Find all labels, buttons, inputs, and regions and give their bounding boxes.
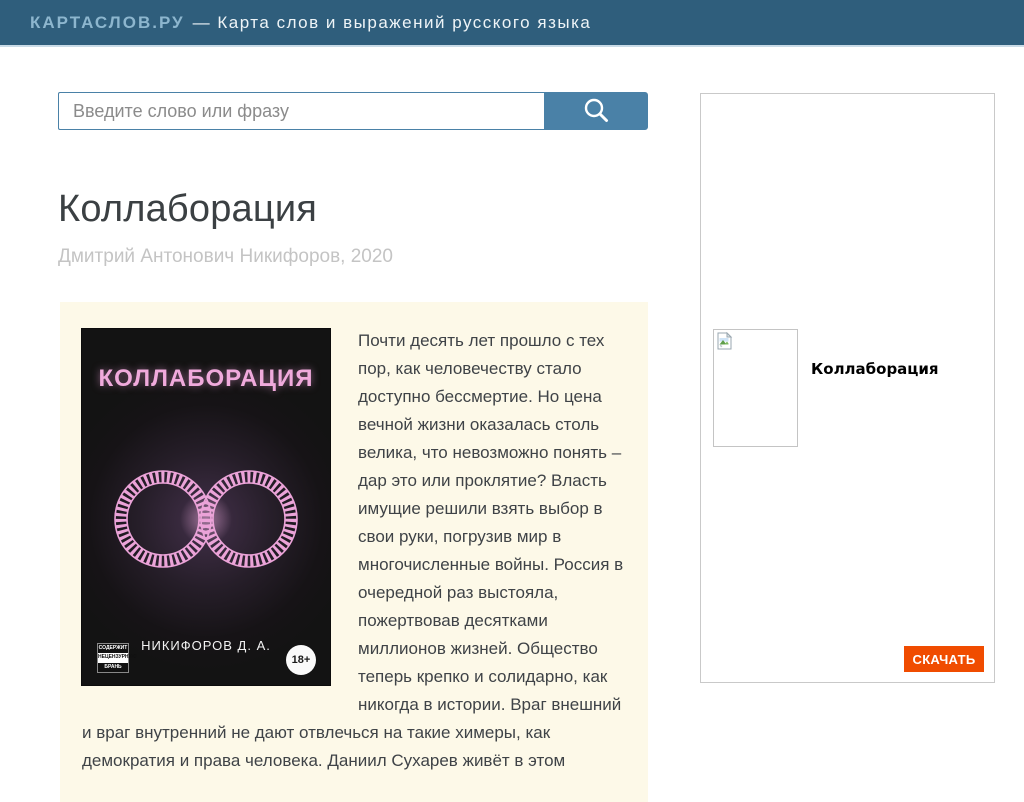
site-logo[interactable]: КАРТАСЛОВ.РУ <box>30 13 185 33</box>
ad-book-title[interactable]: Коллаборация <box>811 360 939 378</box>
site-header: КАРТАСЛОВ.РУ — Карта слов и выражений ру… <box>0 0 1024 47</box>
book-byline: Дмитрий Антонович Никифоров, 2020 <box>58 246 393 268</box>
search-bar <box>58 92 648 130</box>
search-button[interactable] <box>544 92 648 130</box>
ad-panel: Коллаборация СКАЧАТЬ <box>700 93 995 683</box>
site-tagline: — Карта слов и выражений русского языка <box>193 13 592 33</box>
broken-image-icon <box>714 339 736 356</box>
page-title: Коллаборация <box>58 188 317 231</box>
download-button[interactable]: СКАЧАТЬ <box>904 646 984 672</box>
magnifier-icon <box>581 95 611 128</box>
annotation-panel: КОЛЛАБОРАЦИЯ <box>60 302 648 802</box>
ouroboros-infinity-icon <box>106 457 306 586</box>
book-cover: КОЛЛАБОРАЦИЯ <box>82 329 330 685</box>
ad-book-thumbnail[interactable] <box>713 329 798 447</box>
cover-title: КОЛЛАБОРАЦИЯ <box>82 365 330 393</box>
content-warning-label: СОДЕРЖИТ НЕЦЕНЗУРНУЮ БРАНЬ <box>97 643 129 674</box>
search-input[interactable] <box>58 92 544 130</box>
age-rating-badge: 18+ <box>286 645 316 675</box>
